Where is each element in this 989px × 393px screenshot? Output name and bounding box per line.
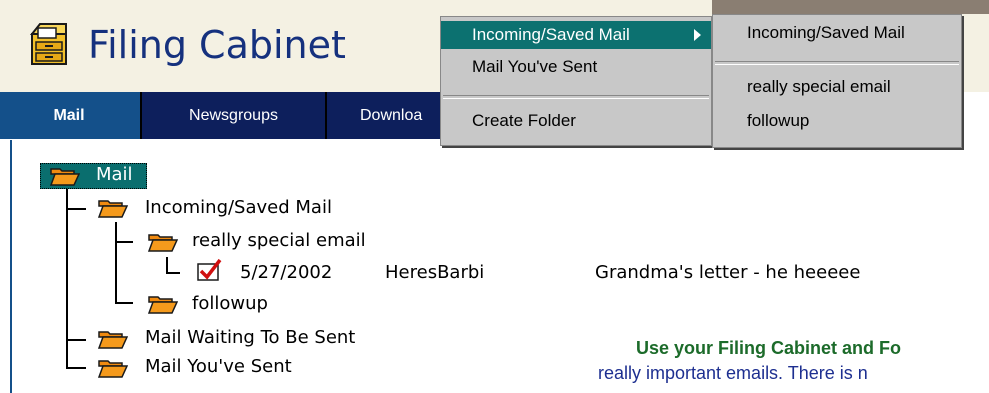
tree-connector [115, 302, 133, 304]
tree-connector [66, 367, 86, 369]
open-folder-icon [98, 331, 128, 349]
header-photo [712, 0, 989, 14]
checked-message-icon [197, 258, 222, 281]
open-folder-icon [148, 296, 178, 314]
app-title: Filing Cabinet [88, 23, 346, 67]
tab-mail[interactable]: Mail [0, 92, 138, 139]
tree-node-incoming[interactable]: Incoming/Saved Mail [145, 197, 332, 219]
menu-item-sent[interactable]: Mail You've Sent [441, 53, 711, 81]
submenu: Incoming/Saved Mail really special email… [712, 14, 962, 148]
open-folder-icon [50, 168, 80, 186]
tree-node-followup[interactable]: followup [192, 293, 268, 315]
promo-title: Use your Filing Cabinet and Fo [636, 338, 902, 358]
open-folder-icon [98, 360, 128, 378]
tree-node-mail[interactable]: Mail [96, 164, 133, 186]
tree-node-sent[interactable]: Mail You've Sent [145, 356, 292, 378]
open-folder-icon [98, 200, 128, 218]
menu-separator [715, 61, 959, 65]
tree-connector [115, 222, 117, 304]
tree-connector [66, 208, 86, 210]
submenu-item-special[interactable]: really special email [713, 73, 961, 101]
submenu-arrow-icon [694, 29, 701, 41]
tree-connector [66, 188, 68, 368]
message-sender[interactable]: HeresBarbi [385, 262, 484, 284]
menu-item-create-folder[interactable]: Create Folder [441, 107, 711, 135]
message-subject[interactable]: Grandma's letter - he heeeee [595, 262, 860, 284]
menu-item-label: Incoming/Saved Mail [472, 25, 630, 44]
menu-separator [443, 95, 709, 99]
tree-node-waiting[interactable]: Mail Waiting To Be Sent [145, 327, 355, 349]
message-date[interactable]: 5/27/2002 [240, 262, 332, 284]
context-menu: Incoming/Saved Mail Mail You've Sent Cre… [440, 16, 712, 146]
tree-connector [166, 272, 180, 274]
tree-node-special[interactable]: really special email [192, 230, 366, 252]
tree-connector [115, 241, 133, 243]
open-folder-icon [148, 234, 178, 252]
promo-body: really important emails. There is n [598, 363, 868, 383]
submenu-item-incoming[interactable]: Incoming/Saved Mail [713, 19, 961, 47]
submenu-item-followup[interactable]: followup [713, 107, 961, 135]
filing-cabinet-icon [29, 23, 67, 65]
menu-item-incoming[interactable]: Incoming/Saved Mail [441, 21, 711, 49]
tab-newsgroups[interactable]: Newsgroups [140, 92, 327, 139]
tree-connector [66, 339, 86, 341]
